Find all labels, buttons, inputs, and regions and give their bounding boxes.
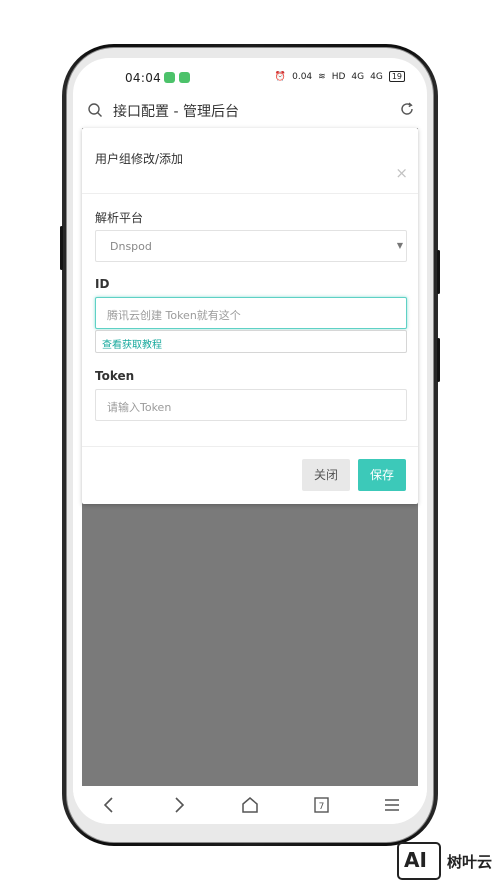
modal-title: 用户组修改/添加 xyxy=(95,152,184,166)
status-time: 04:04 xyxy=(125,71,162,85)
save-button[interactable]: 保存 xyxy=(358,459,406,491)
browser-topbar: 接口配置 - 管理后台 xyxy=(73,96,427,126)
search-icon[interactable] xyxy=(87,102,103,118)
platform-select[interactable]: Dnspod ▼ xyxy=(95,230,407,262)
id-input[interactable]: 腾讯云创建 Token就有这个 xyxy=(95,297,407,329)
id-label: ID xyxy=(95,277,110,291)
token-label: Token xyxy=(95,369,135,383)
refresh-icon[interactable] xyxy=(399,101,415,117)
network-speed: 0.04 xyxy=(292,72,312,82)
hd-indicator: HD xyxy=(331,71,346,82)
platform-label: 解析平台 xyxy=(95,211,144,225)
modal-header: 用户组修改/添加 × xyxy=(82,128,418,194)
network-speed-value: 0.04 xyxy=(292,71,313,82)
wechat-notification-icon xyxy=(164,72,175,83)
watermark: AI 树叶云 xyxy=(397,842,492,880)
modal-footer-divider xyxy=(82,446,418,447)
watermark-logo-text: AI xyxy=(404,848,427,872)
browser-bottom-nav: 7 xyxy=(73,786,427,824)
signal-1: 4G xyxy=(351,71,365,82)
watermark-logo: AI xyxy=(397,842,441,880)
platform-select-value: Dnspod xyxy=(110,240,152,253)
status-indicators: ⏰ 0.04 ≋ HD 4G 4G 19 xyxy=(275,71,405,82)
page-title: 接口配置 - 管理后台 xyxy=(113,104,239,120)
tutorial-link[interactable]: 查看获取教程 xyxy=(102,336,162,351)
tabs-count: 7 xyxy=(319,802,325,812)
caret-down-icon: ▼ xyxy=(396,241,403,250)
home-icon[interactable] xyxy=(238,794,262,816)
tabs-icon[interactable]: 7 xyxy=(309,794,333,816)
side-button-right-bottom xyxy=(437,338,440,382)
token-input-placeholder: 请输入Token xyxy=(107,401,172,414)
message-notification-icon xyxy=(179,72,190,83)
alarm-icon: ⏰ xyxy=(274,71,287,82)
wifi-icon: ≋ xyxy=(318,71,326,82)
page-content-overlay: 用户组修改/添加 × 解析平台 Dnspod ▼ ID 腾讯云创建 Token就… xyxy=(82,128,418,786)
user-group-modal: 用户组修改/添加 × 解析平台 Dnspod ▼ ID 腾讯云创建 Token就… xyxy=(82,128,418,504)
tutorial-box: 查看获取教程 xyxy=(95,330,407,353)
signal-2: 4G xyxy=(370,71,383,82)
token-input[interactable]: 请输入Token xyxy=(95,389,407,421)
side-button-left xyxy=(60,226,63,270)
status-bar: 04:04 ⏰ 0.04 ≋ HD 4G 4G 19 xyxy=(73,58,427,96)
battery-icon: 19 xyxy=(388,71,405,82)
back-icon[interactable] xyxy=(97,794,121,816)
menu-icon[interactable] xyxy=(380,794,404,816)
forward-icon[interactable] xyxy=(167,794,191,816)
watermark-text: 树叶云 xyxy=(447,852,493,871)
id-input-placeholder: 腾讯云创建 Token就有这个 xyxy=(107,309,241,322)
phone-screen: 04:04 ⏰ 0.04 ≋ HD 4G 4G 19 接口配置 - 管理后台 用… xyxy=(73,58,427,824)
close-button[interactable]: 关闭 xyxy=(302,459,350,491)
side-button-right-top xyxy=(437,250,440,294)
battery-level: 19 xyxy=(391,72,402,81)
screenshot-stage: 04:04 ⏰ 0.04 ≋ HD 4G 4G 19 接口配置 - 管理后台 用… xyxy=(0,0,500,889)
close-icon[interactable]: × xyxy=(395,164,408,182)
